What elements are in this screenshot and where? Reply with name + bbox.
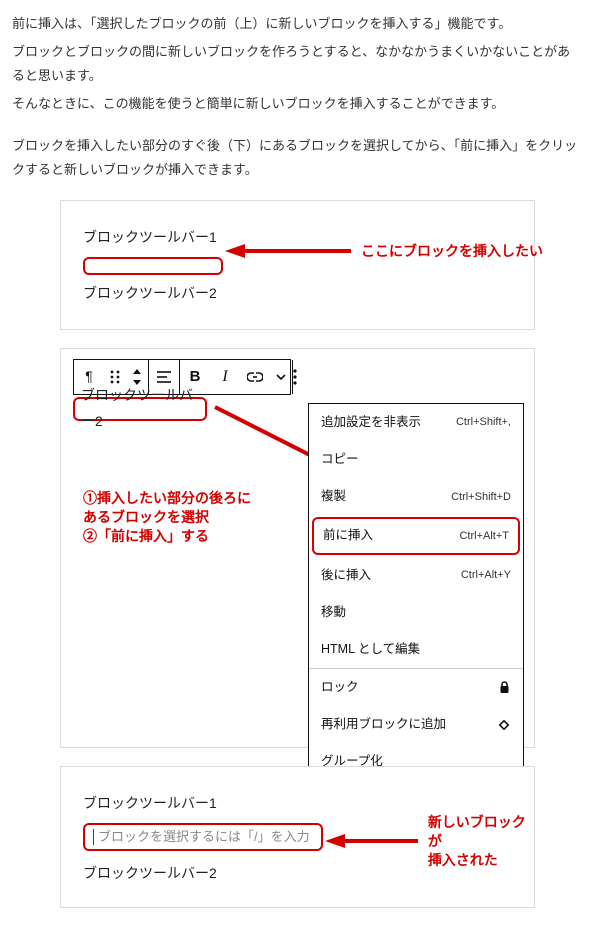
intro-paragraph-2: ブロックとブロックの間に新しいブロックを作ろうとすると、なかなかうまくいかないこ… xyxy=(12,40,583,88)
example-panel-before: ブロックツールバー1 ブロックツールバー2 ここにブロックを挿入したい xyxy=(60,200,535,330)
menu-label: コピー xyxy=(321,448,359,471)
menu-item-insert-after[interactable]: 後に挿入 Ctrl+Alt+Y xyxy=(309,557,523,594)
menu-item-duplicate[interactable]: 複製 Ctrl+Shift+D xyxy=(309,478,523,515)
text-cursor-icon xyxy=(93,829,94,845)
selected-block-highlight: ブロックツールバー2 xyxy=(73,397,207,421)
new-block-placeholder: ブロックを選択するには「/」を入力 xyxy=(98,825,310,849)
menu-label: 再利用ブロックに追加 xyxy=(321,713,446,736)
block-context-menu: 追加設定を非表示 Ctrl+Shift+, コピー 複製 Ctrl+Shift+… xyxy=(308,403,524,819)
intro-paragraph-3: そんなときに、この機能を使うと簡単に新しいブロックを挿入することができます。 xyxy=(12,92,583,116)
link-button[interactable] xyxy=(240,372,270,382)
menu-item-copy[interactable]: コピー xyxy=(309,441,523,478)
menu-item-insert-before[interactable]: 前に挿入 Ctrl+Alt+T xyxy=(312,517,520,554)
block-label-1: ブロックツールバー1 xyxy=(83,791,512,817)
menu-label: 後に挿入 xyxy=(321,564,371,587)
menu-item-add-reusable[interactable]: 再利用ブロックに追加 xyxy=(309,706,523,743)
example-panel-menu: ¶ B I ブロックツールバー2 xyxy=(60,348,535,748)
drag-handle-button[interactable] xyxy=(104,370,126,384)
more-options-button[interactable] xyxy=(293,360,297,394)
menu-shortcut: Ctrl+Shift+D xyxy=(451,487,511,507)
menu-shortcut: Ctrl+Alt+T xyxy=(459,526,509,546)
insert-target-highlight xyxy=(83,257,223,275)
menu-item-move[interactable]: 移動 xyxy=(309,594,523,631)
menu-label: HTML として編集 xyxy=(321,638,420,661)
menu-shortcut: Ctrl+Alt+Y xyxy=(461,565,511,585)
diamond-icon xyxy=(497,718,511,732)
intro-paragraph-4: ブロックを挿入したい部分のすぐ後（下）にあるブロックを選択してから、「前に挿入」… xyxy=(12,134,583,182)
align-button[interactable] xyxy=(149,371,179,383)
annotation-step2: ②「前に挿入」する xyxy=(83,527,251,546)
example-panel-after: ブロックツールバー1 ブロックを選択するには「/」を入力 ブロックツールバー2 … xyxy=(60,766,535,908)
block-label-1: ブロックツールバー1 xyxy=(83,225,512,251)
chevron-down-icon[interactable] xyxy=(270,373,292,381)
menu-label: 前に挿入 xyxy=(323,524,373,547)
block-label-2: ブロックツールバー2 xyxy=(83,281,512,307)
annotation-step1-line2: あるブロックを選択 xyxy=(83,508,251,527)
menu-shortcut: Ctrl+Shift+, xyxy=(456,412,511,432)
selected-block-label: ブロックツールバー2 xyxy=(81,383,199,435)
menu-item-lock[interactable]: ロック xyxy=(309,669,523,706)
block-label-2: ブロックツールバー2 xyxy=(83,861,512,887)
lock-icon xyxy=(497,681,511,695)
intro-paragraph-1: 前に挿入は、「選択したブロックの前（上）に新しいブロックを挿入する」機能です。 xyxy=(12,12,583,36)
menu-label: 追加設定を非表示 xyxy=(321,411,421,434)
menu-label: ロック xyxy=(321,676,359,699)
menu-item-edit-html[interactable]: HTML として編集 xyxy=(309,631,523,668)
menu-item-hide-settings[interactable]: 追加設定を非表示 Ctrl+Shift+, xyxy=(309,404,523,441)
new-block-input-highlight[interactable]: ブロックを選択するには「/」を入力 xyxy=(83,823,323,851)
italic-button[interactable]: I xyxy=(210,362,240,392)
menu-label: 複製 xyxy=(321,485,346,508)
menu-label: 移動 xyxy=(321,601,346,624)
